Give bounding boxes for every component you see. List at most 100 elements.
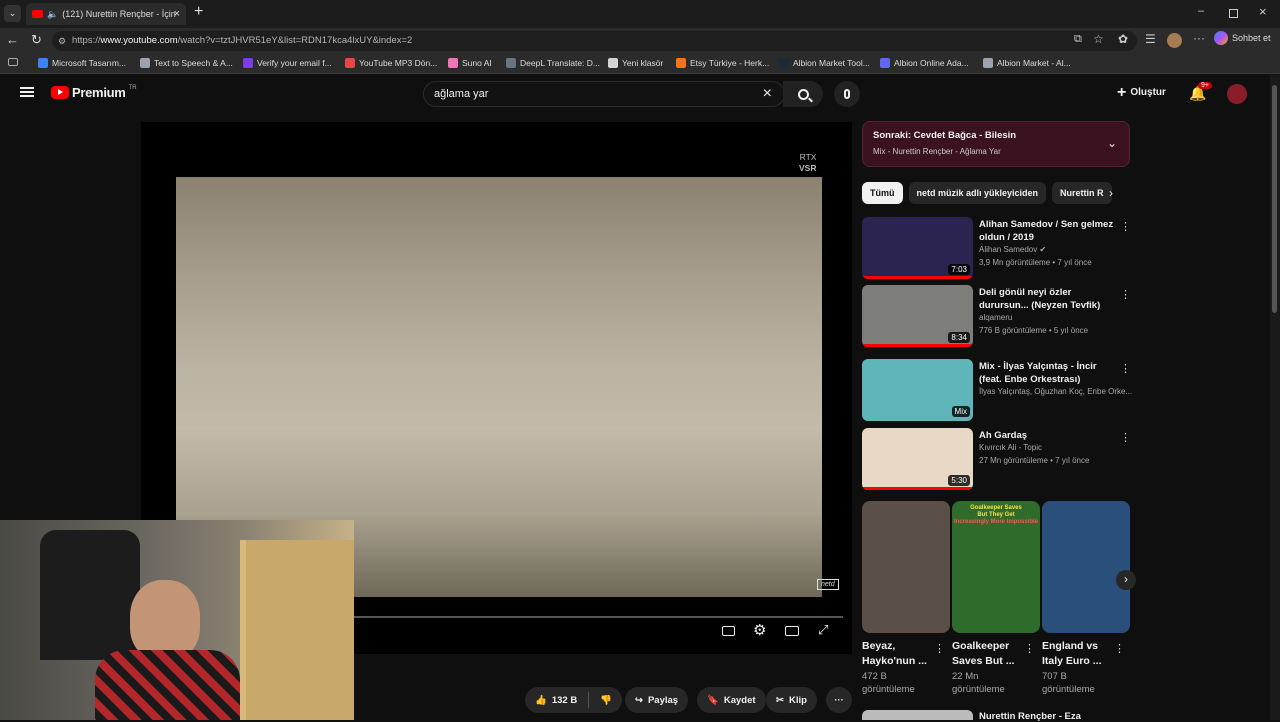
browser-tab-bar: ⌄ 🔈 (121) Nurettin Rençber - İçin × + – … xyxy=(0,0,1280,28)
recommended-video[interactable]: 8:34 Deli gönül neyi özler durursun... (N… xyxy=(862,285,1131,349)
video-thumbnail[interactable]: 5:30 xyxy=(862,428,973,490)
fullscreen-icon[interactable]: ⤢ xyxy=(818,622,828,638)
copilot-button[interactable]: Sohbet et xyxy=(1214,31,1271,45)
url-input[interactable]: ⚙ https://www.youtube.com/watch?v=tztJHV… xyxy=(52,31,1137,51)
close-window-button[interactable]: × xyxy=(1259,4,1267,19)
video-menu-icon[interactable]: ⋮ xyxy=(1120,288,1131,301)
recommended-video[interactable]: 7:03 Alihan Samedov / Sen gelmez oldun / … xyxy=(862,217,1131,281)
search-button[interactable] xyxy=(783,81,823,107)
more-actions-button[interactable]: ··· xyxy=(826,687,852,713)
bookmark-item[interactable]: Text to Speech & A... xyxy=(140,58,233,68)
recommended-video[interactable]: 5:30 Ah Gardaş Kıvırcık Ali - Topic 27 Mn … xyxy=(862,428,1131,492)
favorites-icon[interactable]: ☰ xyxy=(1145,32,1156,46)
short-title[interactable]: Beyaz, Hayko'nun ... xyxy=(862,639,928,669)
share-button[interactable]: ↪ Paylaş xyxy=(625,687,689,713)
shorts-next-button[interactable]: › xyxy=(1116,570,1136,590)
scrollbar-thumb[interactable] xyxy=(1272,85,1277,313)
bookmark-item[interactable]: Albion Market - Al... xyxy=(983,58,1071,68)
short-menu-icon[interactable]: ⋮ xyxy=(934,642,945,655)
tab-list-button[interactable]: ⌄ xyxy=(4,5,21,22)
short-title[interactable]: England vs Italy Euro ... xyxy=(1042,639,1108,669)
new-tab-button[interactable]: + xyxy=(194,3,203,21)
back-icon[interactable]: ← xyxy=(6,32,19,47)
clip-button[interactable]: ✂ Klip xyxy=(766,687,817,713)
reload-icon[interactable]: ↻ xyxy=(31,32,42,48)
video-menu-icon[interactable]: ⋮ xyxy=(1120,220,1131,233)
webcam-overlay xyxy=(0,520,354,720)
bookmark-item[interactable]: Yeni klasör xyxy=(608,58,663,68)
maximize-button[interactable] xyxy=(1229,9,1238,18)
channel-name[interactable]: İlyas Yalçıntaş, Oğuzhan Koç, Enbe Orke.… xyxy=(979,387,1132,396)
dislike-button[interactable]: 👎 xyxy=(600,695,612,706)
bookmark-item[interactable]: Albion Market Tool... xyxy=(779,58,870,68)
subtitles-icon[interactable] xyxy=(722,626,735,636)
bookmarks-bar: Microsoft Tasarım... Text to Speech & A..… xyxy=(0,54,1280,74)
short-thumbnail[interactable] xyxy=(862,501,950,633)
video-title[interactable]: Ah Gardaş xyxy=(979,429,1119,442)
page-scrollbar[interactable] xyxy=(1270,75,1280,720)
partial-thumb xyxy=(862,710,973,720)
bookmark-label: Yeni klasör xyxy=(622,58,664,68)
bookmark-item[interactable]: Etsy Türkiye - Herk... xyxy=(676,58,769,68)
bookmark-item[interactable]: Microsoft Tasarım... xyxy=(38,58,126,68)
video-menu-icon[interactable]: ⋮ xyxy=(1120,362,1131,375)
youtube-logo[interactable]: Premium TR xyxy=(51,85,137,100)
short-thumbnail[interactable]: Goalkeeper Saves But They Get Increasingly… xyxy=(952,501,1040,633)
account-avatar[interactable] xyxy=(1227,84,1247,104)
chip-uploader[interactable]: netd müzik adlı yükleyiciden xyxy=(908,182,1047,204)
more-menu-icon[interactable]: ··· xyxy=(1193,31,1205,45)
site-info-icon[interactable]: ⚙ xyxy=(58,31,66,51)
tab-close-icon[interactable]: × xyxy=(174,8,180,20)
short-menu-icon[interactable]: ⋮ xyxy=(1114,642,1125,655)
bookmark-item[interactable]: DeepL Translate: D... xyxy=(506,58,600,68)
split-screen-icon[interactable]: ⧉ xyxy=(1074,33,1082,46)
expand-chevron-icon[interactable]: ⌄ xyxy=(1107,136,1117,150)
video-title[interactable]: Deli gönül neyi özler durursun... (Neyze… xyxy=(979,286,1119,312)
clear-search-icon[interactable]: × xyxy=(763,82,772,106)
video-menu-icon[interactable]: ⋮ xyxy=(1120,431,1131,444)
chip-all[interactable]: Tümü xyxy=(862,182,903,204)
more-icon: ··· xyxy=(834,694,844,706)
logo-premium-text: Premium xyxy=(72,85,126,100)
guide-menu-icon[interactable] xyxy=(20,87,34,97)
bookmark-item[interactable]: Albion Online Ada... xyxy=(880,58,969,68)
bookmark-item[interactable]: Suno AI xyxy=(448,58,492,68)
chip-artist[interactable]: Nurettin R xyxy=(1052,182,1112,204)
bookmark-item[interactable]: YouTube MP3 Dön... xyxy=(345,58,437,68)
partial-next-item[interactable]: Nurettin Rençber - Eza xyxy=(862,710,1130,722)
video-thumbnail[interactable]: 8:34 xyxy=(862,285,973,347)
bookmarks-toggle-icon[interactable] xyxy=(8,58,18,66)
search-input[interactable]: ağlama yar × xyxy=(423,81,785,107)
up-next-panel[interactable]: Sonraki: Cevdet Bağca - Bilesin Mix - Nu… xyxy=(862,121,1130,167)
notifications-button[interactable]: 🔔 9+ xyxy=(1189,82,1212,102)
short-menu-icon[interactable]: ⋮ xyxy=(1024,642,1035,655)
duration-badge: 8:34 xyxy=(948,332,970,343)
like-button[interactable]: 👍 132 B xyxy=(535,695,577,706)
create-button[interactable]: + Oluştur xyxy=(1117,84,1166,100)
voice-search-button[interactable] xyxy=(834,81,860,107)
video-title[interactable]: Mix - İlyas Yalçıntaş - İncir (feat. Enb… xyxy=(979,360,1119,386)
favorite-star-icon[interactable]: ☆ xyxy=(1093,32,1104,46)
channel-name[interactable]: Alihan Samedov ✔ xyxy=(979,245,1046,254)
bookmark-item[interactable]: Verify your email f... xyxy=(243,58,332,68)
search-value: ağlama yar xyxy=(434,88,489,100)
minimize-button[interactable]: – xyxy=(1198,5,1204,17)
video-thumbnail[interactable]: 7:03 xyxy=(862,217,973,279)
short-thumbnail[interactable] xyxy=(1042,501,1130,633)
chips-next-icon[interactable]: › xyxy=(1109,186,1113,200)
short-title[interactable]: Goalkeeper Saves But ... xyxy=(952,639,1018,669)
recommended-video[interactable]: Mix Mix - İlyas Yalçıntaş - İncir (feat. … xyxy=(862,359,1132,423)
profile-avatar[interactable] xyxy=(1167,33,1182,48)
url-host: www.youtube.com xyxy=(100,35,178,46)
active-tab[interactable]: 🔈 (121) Nurettin Rençber - İçin × xyxy=(26,3,186,25)
theater-mode-icon[interactable] xyxy=(785,626,799,636)
video-thumbnail[interactable]: Mix xyxy=(862,359,973,421)
channel-name[interactable]: Kıvırcık Ali - Topic xyxy=(979,443,1042,452)
settings-gear-icon[interactable]: ⚙ xyxy=(753,621,766,639)
save-button[interactable]: 🔖 Kaydet xyxy=(697,687,766,713)
channel-name[interactable]: alqameru xyxy=(979,313,1012,322)
up-next-prefix: Sonraki: xyxy=(873,130,912,141)
video-title[interactable]: Alihan Samedov / Sen gelmez oldun / 2019 xyxy=(979,218,1119,244)
extension-icon[interactable]: ✿ xyxy=(1118,32,1128,46)
speaker-icon[interactable]: 🔈 xyxy=(47,9,58,20)
